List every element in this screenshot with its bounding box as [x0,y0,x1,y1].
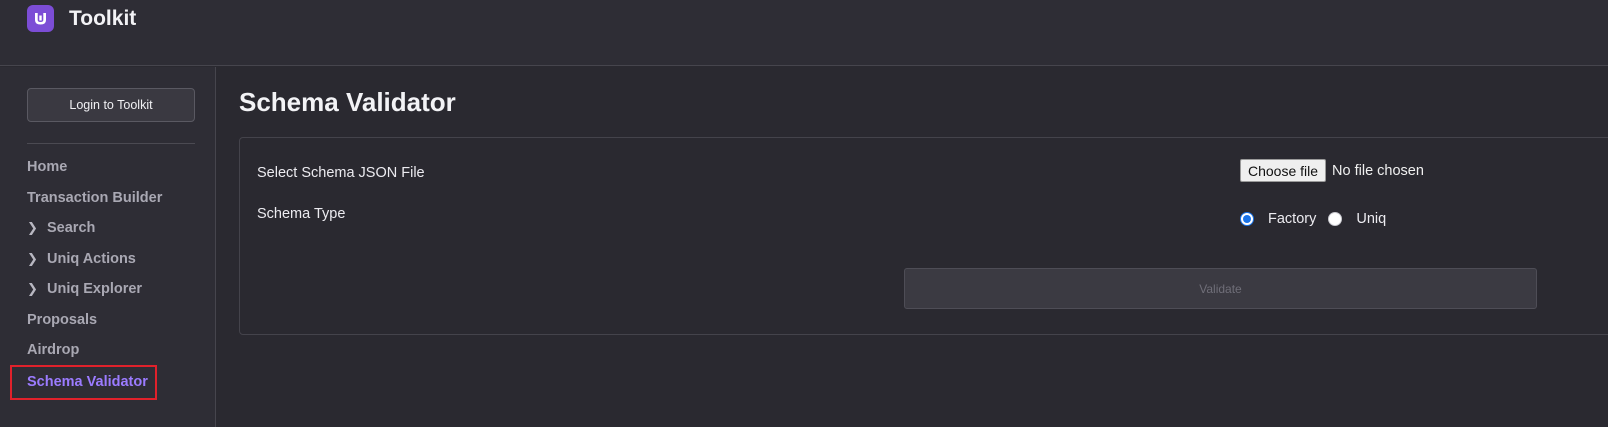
schema-type-label: Schema Type [257,206,346,222]
page-title: Schema Validator [239,87,456,117]
chevron-right-icon: ❯ [27,220,38,235]
chevron-right-icon: ❯ [27,251,38,266]
app-title[interactable]: Toolkit [69,7,136,31]
sidebar-item-label: Schema Validator [27,374,148,390]
sidebar-item-home[interactable]: Home [27,156,67,178]
file-status-text: No file chosen [1332,162,1424,179]
factory-radio-label[interactable]: Factory [1268,211,1316,227]
main-content: Schema Validator Select Schema JSON File… [217,67,1608,427]
sidebar-item-uniq-explorer[interactable]: ❯ Uniq Explorer [27,278,142,300]
chevron-right-icon: ❯ [27,281,38,296]
uniq-radio[interactable] [1328,212,1343,226]
sidebar-item-label: Uniq Explorer [47,281,143,297]
sidebar-item-label: Proposals [27,312,98,328]
uniq-radio-label[interactable]: Uniq [1356,211,1386,227]
top-header: Toolkit [0,0,1608,66]
sidebar-item-label: Airdrop [27,342,80,358]
factory-radio[interactable] [1240,212,1254,226]
schema-type-radio-group: Factory Uniq [1240,211,1398,227]
sidebar-item-transaction-builder[interactable]: Transaction Builder [27,187,162,209]
validator-form-card: Select Schema JSON File Choose file No f… [239,137,1608,335]
login-button[interactable]: Login to Toolkit [27,88,195,122]
choose-file-button[interactable]: Choose file [1240,159,1327,182]
sidebar-divider [27,143,195,144]
sidebar-item-airdrop[interactable]: Airdrop [27,339,79,361]
file-field-label: Select Schema JSON File [257,165,425,181]
validate-button[interactable]: Validate [904,268,1537,309]
sidebar-item-proposals[interactable]: Proposals [27,309,97,331]
sidebar-item-label: Transaction Builder [27,190,163,206]
sidebar-item-uniq-actions[interactable]: ❯ Uniq Actions [27,248,136,270]
sidebar-item-label: Search [47,220,96,236]
sidebar-item-label: Uniq Actions [47,251,136,267]
file-input[interactable]: Choose file No file chosen [1240,159,1424,182]
sidebar-item-search[interactable]: ❯ Search [27,217,95,239]
sidebar: Login to Toolkit Home Transaction Builde… [0,67,216,427]
u-logo-glyph [35,13,46,25]
toolkit-logo-icon[interactable] [27,5,54,32]
sidebar-item-schema-validator[interactable]: Schema Validator [27,371,148,393]
sidebar-item-label: Home [27,159,68,175]
